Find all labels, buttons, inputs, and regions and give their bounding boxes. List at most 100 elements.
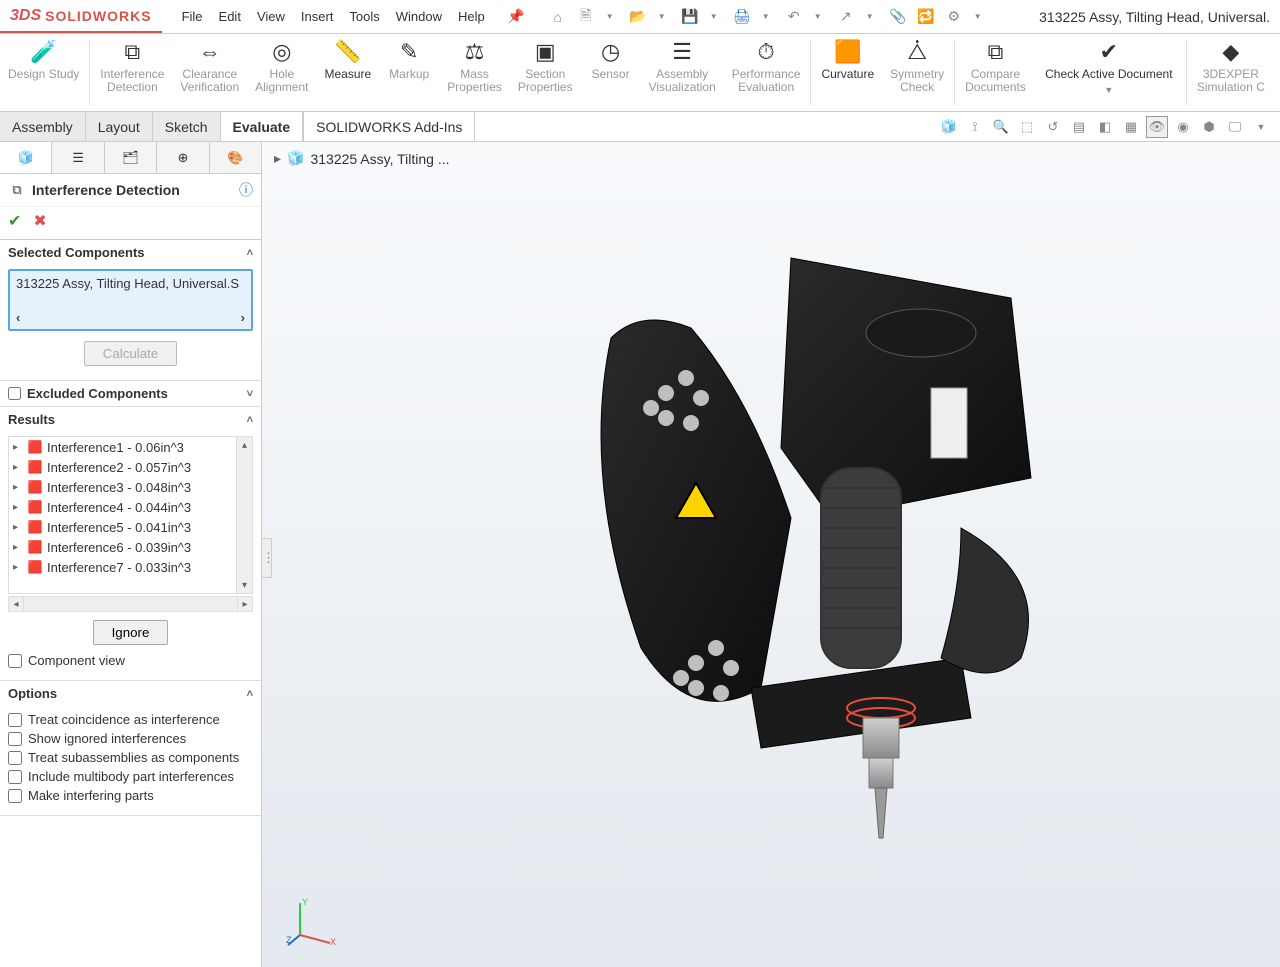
ribbon-sensor[interactable]: ◷Sensor <box>581 34 641 111</box>
view-settings-icon[interactable]: 🖵 <box>1224 116 1246 138</box>
option-checkbox[interactable] <box>8 751 22 765</box>
tab-sketch[interactable]: Sketch <box>153 112 221 141</box>
home-icon[interactable]: ⌂ <box>547 6 569 28</box>
ribbon-compare[interactable]: ⧉CompareDocuments <box>957 34 1034 111</box>
undo-icon[interactable]: ↶ <box>783 6 805 28</box>
option-row[interactable]: Include multibody part interferences <box>8 767 253 786</box>
options-header[interactable]: Options˄ <box>0 681 261 706</box>
save-icon[interactable]: 💾 <box>679 6 701 28</box>
result-item[interactable]: ▸🟥Interference7 - 0.033in^3 <box>9 557 236 577</box>
menu-edit[interactable]: Edit <box>219 9 241 24</box>
property-manager-tab[interactable]: ☰ <box>52 142 104 173</box>
option-checkbox[interactable] <box>8 770 22 784</box>
config-manager-tab[interactable]: 🗂 <box>105 142 157 173</box>
ribbon-interference[interactable]: ⧉InterferenceDetection <box>92 34 172 111</box>
menu-insert[interactable]: Insert <box>301 9 334 24</box>
component-view-checkbox[interactable] <box>8 654 22 668</box>
save-dropdown-icon[interactable]: ▼ <box>703 6 725 28</box>
ribbon-mass-prop[interactable]: ⚖MassProperties <box>439 34 510 111</box>
display-manager-tab[interactable]: 🎨 <box>210 142 261 173</box>
select-icon[interactable]: ↗ <box>835 6 857 28</box>
settings-dropdown-icon[interactable]: ▼ <box>967 6 989 28</box>
ribbon-curvature[interactable]: 🟧Curvature <box>813 34 882 111</box>
rebuild-icon[interactable]: 🔁 <box>915 6 937 28</box>
result-item[interactable]: ▸🟥Interference4 - 0.044in^3 <box>9 497 236 517</box>
help-icon[interactable]: ⓘ <box>239 180 253 200</box>
edit-appearance-icon[interactable]: ⬢ <box>1198 116 1220 138</box>
tab-layout[interactable]: Layout <box>86 112 153 141</box>
result-item[interactable]: ▸🟥Interference2 - 0.057in^3 <box>9 457 236 477</box>
ribbon-3dexp[interactable]: ◆3DEXPERSimulation C <box>1189 34 1273 111</box>
pin-icon[interactable]: 📌 <box>505 6 527 28</box>
tree-expand-icon[interactable]: ▸ <box>13 462 23 473</box>
ribbon-perf-eval[interactable]: ⏱PerformanceEvaluation <box>724 34 809 111</box>
excluded-components-header[interactable]: Excluded Components ˅ <box>0 381 261 406</box>
hide-show-icon[interactable]: 👁 <box>1146 116 1168 138</box>
dimxpert-tab[interactable]: ⊕ <box>157 142 209 173</box>
ribbon-check-active[interactable]: ✔Check Active Document▼ <box>1034 34 1184 111</box>
tree-expand-icon[interactable]: ▸ <box>13 482 23 493</box>
panel-resize-handle[interactable] <box>262 538 272 578</box>
sel-prev-icon[interactable]: ‹ <box>16 310 20 325</box>
option-row[interactable]: Make interfering parts <box>8 786 253 805</box>
graphics-viewport[interactable]: ▸ 🧊 313225 Assy, Tilting ... <box>262 142 1280 967</box>
display-style-icon[interactable]: ▦ <box>1120 116 1142 138</box>
result-item[interactable]: ▸🟥Interference6 - 0.039in^3 <box>9 537 236 557</box>
option-checkbox[interactable] <box>8 713 22 727</box>
view-dropdown-icon[interactable]: ▼ <box>1250 116 1272 138</box>
scroll-right-icon[interactable]: ▸ <box>237 596 253 612</box>
option-checkbox[interactable] <box>8 732 22 746</box>
view-triad[interactable]: Y X Z <box>286 895 338 947</box>
cancel-button[interactable]: ✖ <box>33 211 46 231</box>
selected-components-header[interactable]: Selected Components˄ <box>0 240 261 265</box>
option-row[interactable]: Show ignored interferences <box>8 729 253 748</box>
scroll-left-icon[interactable]: ◂ <box>8 596 24 612</box>
menu-help[interactable]: Help <box>458 9 485 24</box>
scroll-up-icon[interactable]: ▴ <box>237 437 252 453</box>
undo-dropdown-icon[interactable]: ▼ <box>807 6 829 28</box>
ribbon-symmetry[interactable]: ⧊SymmetryCheck <box>882 34 952 111</box>
tab-assembly[interactable]: Assembly <box>0 112 86 141</box>
view-orient-icon[interactable]: 🧊 <box>938 116 960 138</box>
scroll-down-icon[interactable]: ▾ <box>237 577 252 593</box>
select-dropdown-icon[interactable]: ▼ <box>859 6 881 28</box>
tree-expand-icon[interactable]: ▸ <box>13 522 23 533</box>
ribbon-section-prop[interactable]: ▣SectionProperties <box>510 34 581 111</box>
results-scrollbar-h[interactable]: ◂ ▸ <box>8 596 253 612</box>
feature-breadcrumb[interactable]: ▸ 🧊 313225 Assy, Tilting ... <box>274 150 450 167</box>
zoom-area-icon[interactable]: ⬚ <box>1016 116 1038 138</box>
sel-next-icon[interactable]: › <box>241 310 245 325</box>
selected-components-box[interactable]: 313225 Assy, Tilting Head, Universal.S ‹… <box>8 269 253 331</box>
prev-view-icon[interactable]: ↺ <box>1042 116 1064 138</box>
settings-icon[interactable]: ⚙ <box>943 6 965 28</box>
tree-expand-icon[interactable]: ▸ <box>13 542 23 553</box>
result-item[interactable]: ▸🟥Interference5 - 0.041in^3 <box>9 517 236 537</box>
component-view-row[interactable]: Component view <box>8 651 253 670</box>
ribbon-measure[interactable]: 📏Measure <box>317 34 380 111</box>
result-item[interactable]: ▸🟥Interference3 - 0.048in^3 <box>9 477 236 497</box>
attach-icon[interactable]: 📎 <box>887 6 909 28</box>
menu-file[interactable]: File <box>182 9 203 24</box>
ribbon-assy-vis[interactable]: ☰AssemblyVisualization <box>641 34 724 111</box>
tree-expand-icon[interactable]: ▸ <box>13 442 23 453</box>
tree-expand-icon[interactable]: ▸ <box>13 562 23 573</box>
open-dropdown-icon[interactable]: ▼ <box>651 6 673 28</box>
section-view-icon[interactable]: ▤ <box>1068 116 1090 138</box>
option-row[interactable]: Treat coincidence as interference <box>8 710 253 729</box>
zoom-fit-icon[interactable]: 🔍 <box>990 116 1012 138</box>
ok-button[interactable]: ✔ <box>8 211 21 231</box>
option-checkbox[interactable] <box>8 789 22 803</box>
open-icon[interactable]: 📂 <box>627 6 649 28</box>
ignore-button[interactable]: Ignore <box>93 620 169 645</box>
ribbon-hole-align[interactable]: ◎HoleAlignment <box>247 34 316 111</box>
selected-component-item[interactable]: 313225 Assy, Tilting Head, Universal.S <box>12 273 249 294</box>
feature-manager-tab[interactable]: 🧊 <box>0 142 52 173</box>
print-dropdown-icon[interactable]: ▼ <box>755 6 777 28</box>
calculate-button[interactable]: Calculate <box>84 341 178 366</box>
option-row[interactable]: Treat subassemblies as components <box>8 748 253 767</box>
tab-addins[interactable]: SOLIDWORKS Add-Ins <box>303 112 475 141</box>
tab-evaluate[interactable]: Evaluate <box>221 112 304 141</box>
tree-expand-icon[interactable]: ▸ <box>13 502 23 513</box>
new-dropdown-icon[interactable]: ▼ <box>599 6 621 28</box>
ribbon-markup[interactable]: ✎Markup <box>379 34 439 111</box>
